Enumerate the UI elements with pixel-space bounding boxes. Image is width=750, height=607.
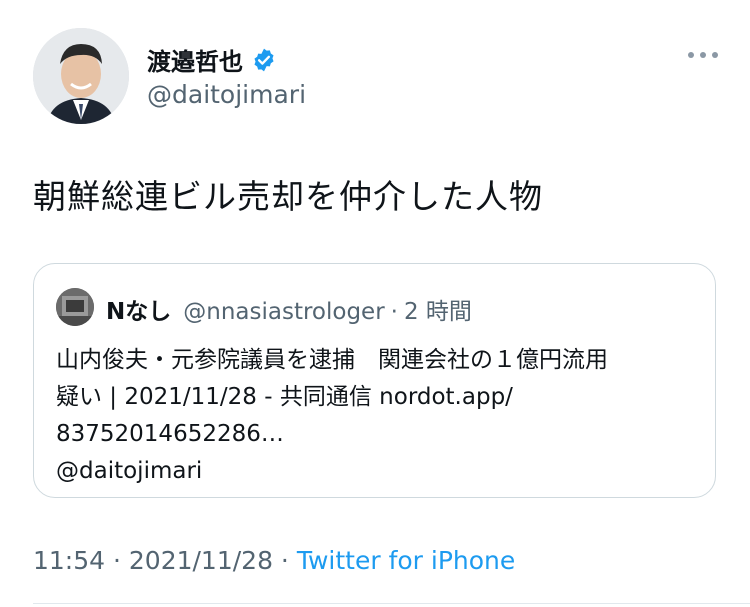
quoted-tweet-header: Nなし @nnasiastrologer · 2 時間 [106,292,472,326]
quoted-tweet-text: 山内俊夫・元参院議員を逮捕 関連会社の１億円流用 疑い | 2021/11/28… [56,342,706,490]
quoted-author-name: Nなし [106,299,172,325]
meta-separator: · [105,546,129,575]
author-avatar[interactable] [33,28,129,124]
tweet-meta: 11:54 · 2021/11/28 · Twitter for iPhone [33,546,515,575]
quoted-separator: · [390,299,398,325]
author-name-row: 渡邉哲也 [147,42,277,77]
author-handle[interactable]: @daitojimari [147,80,306,109]
quoted-text-line: 疑い | 2021/11/28 - 共同通信 nordot.app/ [56,384,513,410]
quoted-author-avatar [56,288,94,326]
avatar-image [33,28,129,124]
quoted-tweet-card[interactable]: Nなし @nnasiastrologer · 2 時間 山内俊夫・元参院議員を逮… [33,263,716,498]
author-display-name[interactable]: 渡邉哲也 [147,42,243,77]
tweet-time[interactable]: 11:54 [33,546,105,575]
quoted-tweet-time: 2 時間 [403,299,472,325]
tweet-date[interactable]: 2021/11/28 [129,546,273,575]
quoted-avatar-image [56,288,94,326]
divider [33,603,750,604]
quoted-author-handle: @nnasiastrologer [183,299,385,325]
quoted-text-line: @daitojimari [56,458,203,484]
quoted-text-line: 山内俊夫・元参院議員を逮捕 関連会社の１億円流用 [56,347,608,373]
tweet-text: 朝鮮総連ビル売却を仲介した人物 [33,177,543,216]
verified-badge-icon [254,48,274,71]
quoted-text-line: 83752014652286… [56,421,284,447]
tweet-source-link[interactable]: Twitter for iPhone [297,546,515,575]
more-options-icon[interactable] [688,52,718,58]
meta-separator: · [272,546,297,575]
